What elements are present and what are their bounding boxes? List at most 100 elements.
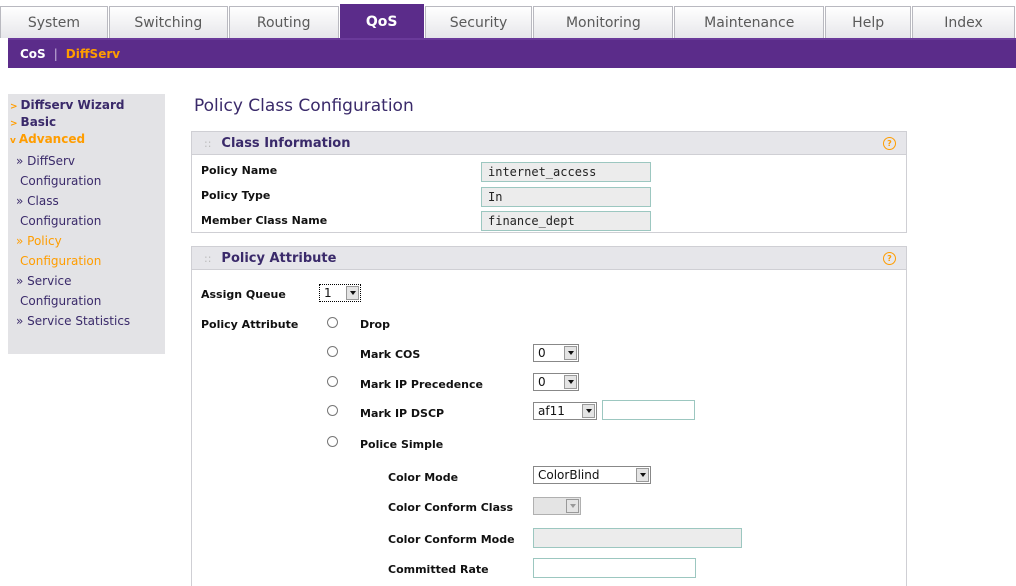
mark-cos-radio[interactable] (327, 346, 338, 357)
page-title: Policy Class Configuration (194, 96, 414, 116)
policy-attribute-header: :: Policy Attribute ? (192, 247, 906, 270)
tab-label: Index (944, 14, 983, 31)
sidebar-item-label: Configuration (20, 294, 102, 308)
policy-type-field: In (481, 187, 651, 207)
color-conform-mode-field (533, 528, 742, 548)
sub-nav-bar: CoS | DiffServ (8, 38, 1016, 68)
sidebar-item-advanced[interactable]: v Advanced (8, 132, 165, 149)
tab-switching[interactable]: Switching (108, 6, 228, 38)
select-value: 1 (324, 286, 332, 300)
dropdown-arrow-icon (346, 286, 359, 300)
select-value: 0 (538, 346, 546, 360)
sidebar-item-label: Diffserv Wizard (20, 98, 125, 112)
assign-queue-select[interactable]: 1 (319, 284, 361, 302)
chevron-right-icon: > (10, 102, 18, 112)
sidebar-item-basic[interactable]: > Basic (8, 115, 165, 132)
member-class-field: finance_dept (481, 211, 651, 231)
sidebar-item-class-configuration-cont[interactable]: Configuration (8, 211, 165, 231)
policy-name-label: Policy Name (201, 164, 278, 177)
tab-routing[interactable]: Routing (228, 6, 339, 38)
sidebar-item-label: » Class (16, 194, 59, 208)
sidebar-item-label: Basic (20, 115, 57, 129)
select-value: 0 (538, 375, 546, 389)
tab-label: Routing (256, 14, 311, 31)
chevron-right-icon: > (10, 119, 18, 129)
dropdown-arrow-icon (582, 404, 595, 418)
tab-label: Maintenance (704, 14, 795, 31)
sidebar-item-service-statistics[interactable]: » Service Statistics (8, 311, 165, 331)
tab-label: Security (449, 14, 508, 31)
tab-label: Switching (134, 14, 203, 31)
sidebar-item-label: Configuration (20, 254, 102, 268)
color-conform-class-label: Color Conform Class (388, 501, 514, 514)
policy-name-field: internet_access (481, 162, 651, 182)
top-nav-tabs: System Switching Routing QoS Security Mo… (0, 0, 1016, 38)
policy-type-label: Policy Type (201, 189, 271, 202)
committed-rate-input[interactable] (533, 558, 696, 578)
tab-qos[interactable]: QoS (339, 4, 424, 38)
sidebar-item-diffserv-configuration-cont[interactable]: Configuration (8, 171, 165, 191)
sidebar-item-label: Configuration (20, 214, 102, 228)
tab-monitoring[interactable]: Monitoring (533, 6, 674, 38)
color-mode-select[interactable]: ColorBlind (533, 466, 651, 484)
sidebar-item-label: » Policy (16, 234, 62, 248)
sidebar-item-diffserv-wizard[interactable]: > Diffserv Wizard (8, 98, 165, 115)
assign-queue-label: Assign Queue (201, 288, 286, 301)
drag-dots-icon: :: (204, 251, 212, 265)
mark-ip-dscp-radio[interactable] (327, 405, 338, 416)
help-icon[interactable]: ? (883, 137, 896, 150)
tab-help[interactable]: Help (825, 6, 912, 38)
subnav-separator: | (53, 47, 58, 61)
sidebar-item-service-configuration-cont[interactable]: Configuration (8, 291, 165, 311)
tab-security[interactable]: Security (424, 6, 533, 38)
sidebar-item-service-configuration[interactable]: » Service (8, 271, 165, 291)
mark-ip-dscp-input[interactable] (602, 400, 695, 420)
select-value: af11 (538, 404, 565, 418)
mark-ip-precedence-label: Mark IP Precedence (360, 378, 483, 391)
tab-label: QoS (365, 13, 398, 30)
drop-label: Drop (360, 318, 390, 331)
sidebar-item-diffserv-configuration[interactable]: » DiffServ (8, 151, 165, 171)
subnav-diffserv[interactable]: DiffServ (66, 47, 120, 61)
sidebar-item-class-configuration[interactable]: » Class (8, 191, 165, 211)
police-simple-radio[interactable] (327, 436, 338, 447)
sidebar-item-label: Advanced (18, 132, 86, 146)
chevron-down-icon: v (10, 136, 16, 146)
mark-ip-precedence-select[interactable]: 0 (533, 373, 579, 391)
sidebar-item-label: » DiffServ (16, 154, 76, 168)
sidebar-item-label: » Service (16, 274, 72, 288)
tab-system[interactable]: System (0, 6, 108, 38)
tab-maintenance[interactable]: Maintenance (674, 6, 825, 38)
tab-label: Help (852, 14, 885, 31)
drag-dots-icon: :: (204, 136, 212, 150)
drop-radio[interactable] (327, 317, 338, 328)
sidebar: > Diffserv Wizard > Basic v Advanced » Diff… (8, 94, 165, 354)
mark-ip-dscp-label: Mark IP DSCP (360, 407, 445, 420)
tab-label: Monitoring (565, 14, 641, 31)
committed-rate-label: Committed Rate (388, 563, 489, 576)
sidebar-item-label: » Service Statistics (16, 314, 131, 328)
mark-cos-select[interactable]: 0 (533, 344, 579, 362)
mark-ip-dscp-select[interactable]: af11 (533, 402, 597, 420)
tab-index[interactable]: Index (912, 6, 1015, 38)
sidebar-item-policy-configuration[interactable]: » Policy (8, 231, 165, 251)
member-class-label: Member Class Name (201, 214, 328, 227)
color-conform-class-select[interactable] (533, 497, 581, 515)
police-simple-label: Police Simple (360, 438, 444, 451)
tab-label: System (27, 14, 81, 31)
color-mode-label: Color Mode (388, 471, 459, 484)
color-conform-mode-label: Color Conform Mode (388, 533, 515, 546)
sidebar-item-policy-configuration-cont[interactable]: Configuration (8, 251, 165, 271)
dropdown-arrow-icon (564, 346, 577, 360)
section-title: Class Information (221, 135, 351, 151)
dropdown-arrow-icon (564, 375, 577, 389)
mark-ip-precedence-radio[interactable] (327, 376, 338, 387)
dropdown-arrow-icon (636, 468, 649, 482)
class-information-header: :: Class Information ? (192, 132, 906, 155)
help-icon[interactable]: ? (883, 252, 896, 265)
subnav-cos[interactable]: CoS (20, 47, 46, 61)
section-title: Policy Attribute (221, 250, 337, 266)
sidebar-item-label: Configuration (20, 174, 102, 188)
dropdown-arrow-icon (566, 499, 579, 513)
policy-attribute-label: Policy Attribute (201, 318, 299, 331)
